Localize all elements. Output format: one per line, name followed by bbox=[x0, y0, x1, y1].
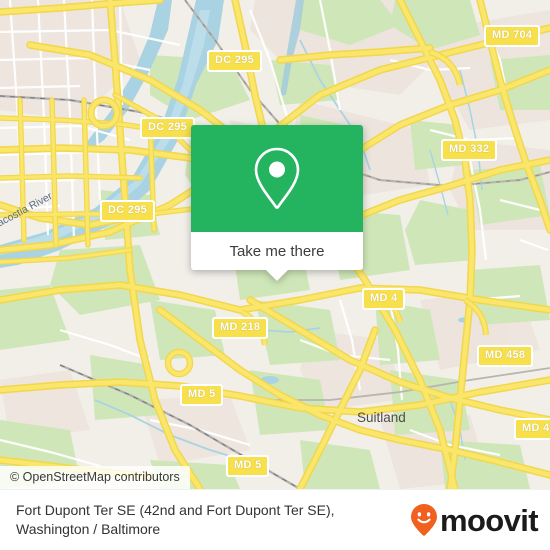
road-shield: MD 5 bbox=[226, 455, 270, 477]
moovit-logo[interactable]: moovit bbox=[410, 502, 539, 538]
road-shield: MD 218 bbox=[212, 317, 269, 339]
place-label-suitland: Suitland bbox=[357, 410, 406, 425]
road-shield: MD 4 bbox=[362, 288, 406, 310]
popup-image-panel bbox=[191, 125, 363, 232]
road-shield: DC 295 bbox=[207, 50, 263, 72]
road-shield: MD 332 bbox=[441, 139, 498, 161]
moovit-wordmark: moovit bbox=[439, 502, 539, 538]
take-me-there-label: Take me there bbox=[229, 242, 325, 260]
road-shield: DC 295 bbox=[140, 117, 196, 139]
moovit-smiley-pin-icon bbox=[410, 504, 437, 536]
map-pin-icon bbox=[254, 147, 300, 209]
footer-bar: Fort Dupont Ter SE (42nd and Fort Dupont… bbox=[0, 489, 550, 550]
popup-tail bbox=[266, 270, 288, 281]
road-shield: DC 295 bbox=[100, 200, 156, 222]
location-popup[interactable]: Take me there bbox=[191, 125, 363, 281]
road-shield: MD 5 bbox=[180, 384, 224, 406]
osm-attribution[interactable]: © OpenStreetMap contributors bbox=[0, 466, 190, 489]
road-shield: MD 458 bbox=[477, 345, 534, 367]
map-canvas[interactable]: DC 295 DC 295 DC 295 MD 704 MD 332 MD 4 … bbox=[0, 0, 550, 489]
take-me-there-button[interactable]: Take me there bbox=[191, 232, 363, 281]
location-title: Fort Dupont Ter SE (42nd and Fort Dupont… bbox=[16, 502, 335, 537]
road-shield: MD 4 bbox=[514, 418, 550, 440]
road-shield: MD 704 bbox=[484, 25, 541, 47]
map-screenshot-root: DC 295 DC 295 DC 295 MD 704 MD 332 MD 4 … bbox=[0, 0, 550, 550]
